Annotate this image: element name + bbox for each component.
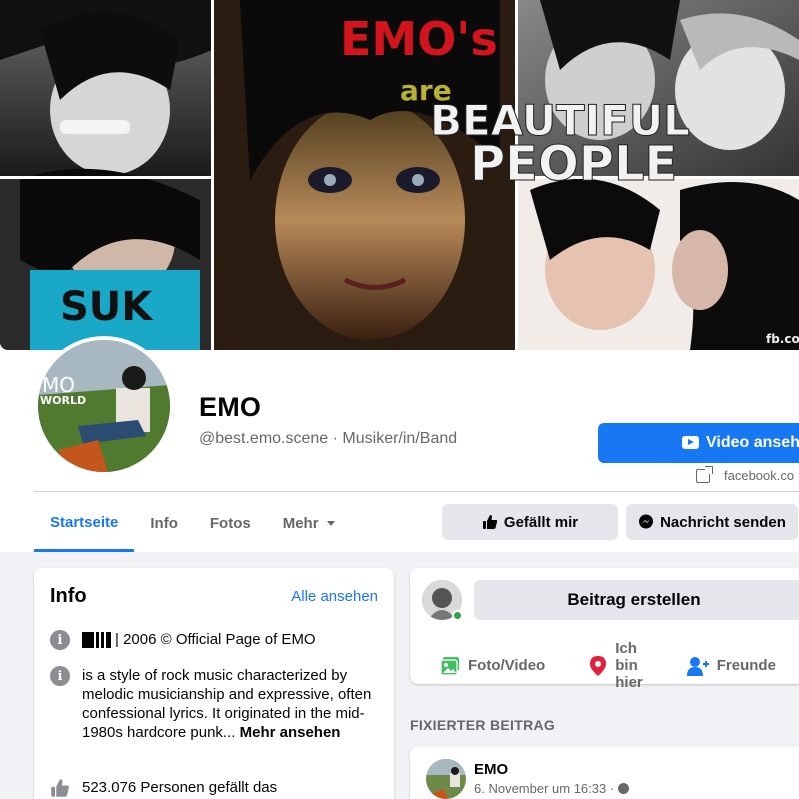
thumbs-up-icon (482, 514, 498, 530)
external-link-text: facebook.co (724, 468, 795, 483)
post-author-name[interactable]: EMO (474, 761, 508, 778)
tab-label: Fotos (209, 514, 251, 532)
cover-watermark: fb.co (766, 332, 799, 346)
checkin-button[interactable]: Ich bin hier (589, 640, 643, 691)
send-message-label: Nachricht senden (660, 513, 786, 531)
like-page-label: Gefällt mir (503, 513, 579, 531)
info-title: Info (50, 585, 87, 607)
cover-text-1: EMO's (340, 12, 498, 66)
info-card: Info Alle ansehen i | 2006 © Official Pa… (34, 568, 394, 799)
post-time-text: 6. November um 16:33 · (474, 781, 615, 796)
svg-text:SUK: SUK (60, 284, 154, 330)
photo-video-button[interactable]: Foto/Video (440, 640, 545, 691)
tab-startseite[interactable]: Startseite (34, 496, 135, 552)
thumbs-up-icon (50, 778, 70, 798)
external-link-icon (696, 465, 713, 483)
tag-friends-button[interactable]: Freunde (686, 640, 776, 691)
photo-video-label: Foto/Video (468, 657, 546, 674)
info-icon: i (50, 666, 70, 686)
tab-label: Mehr (282, 514, 319, 532)
pinned-post: EMO 6. November um 16:33 · (410, 747, 799, 799)
divider (34, 491, 799, 492)
external-link[interactable]: facebook.co (696, 465, 795, 483)
see-all-link[interactable]: Alle ansehen (291, 588, 378, 605)
info-row-founded: i | 2006 © Official Page of EMO (50, 630, 382, 650)
tab-info[interactable]: Info (134, 496, 194, 550)
info-icon: i (50, 630, 70, 650)
watch-video-label: Video ansehen (706, 434, 799, 451)
redacted-bars (82, 632, 111, 649)
create-post-button[interactable]: Beitrag erstellen (474, 580, 799, 620)
avatar-text-2: WORLD (40, 394, 86, 407)
like-page-button[interactable]: Gefällt mir (442, 504, 618, 540)
online-indicator (452, 610, 463, 621)
photo-icon (440, 656, 460, 676)
cover-collage: SUK EMO's are BEAUTIFUL PEOPLE fb.co (0, 0, 799, 350)
checkin-label: Ich bin hier (615, 640, 643, 691)
post-timestamp[interactable]: 6. November um 16:33 · (474, 781, 630, 796)
post-composer: Beitrag erstellen Foto/Video Ich bin hie… (410, 568, 799, 691)
composer-actions: Foto/Video Ich bin hier Freunde (440, 640, 799, 691)
watch-video-button[interactable]: Video ansehen (598, 423, 799, 463)
info-row-description: i is a style of rock music characterized… (50, 666, 382, 742)
globe-icon (618, 783, 630, 794)
info-row-likes: 523.076 Personen gefällt das (50, 778, 382, 798)
location-pin-icon (589, 655, 607, 676)
page-title: EMO (199, 392, 262, 422)
send-message-button[interactable]: Nachricht senden (626, 504, 798, 540)
tag-friends-label: Freunde (716, 657, 776, 674)
profile-picture[interactable]: MO WORLD (34, 336, 174, 476)
page-handle: @best.emo.scene · Musiker/in/Band (199, 430, 458, 447)
add-friend-icon (686, 656, 709, 676)
chevron-down-icon (326, 520, 335, 526)
cover-text-4: PEOPLE (470, 136, 677, 192)
tab-fotos[interactable]: Fotos (194, 496, 267, 550)
page-tabs: Startseite Info Fotos Mehr (34, 496, 351, 552)
video-icon (682, 436, 699, 449)
info-founded-text: | 2006 © Official Page of EMO (115, 631, 316, 648)
tab-label: Info (150, 514, 178, 532)
see-more-link[interactable]: Mehr ansehen (240, 724, 341, 741)
pinned-post-heading: FIXIERTER BEITRAG (410, 717, 556, 733)
post-author-avatar[interactable] (426, 759, 466, 799)
messenger-icon (638, 514, 654, 530)
tab-mehr[interactable]: Mehr (267, 496, 351, 550)
avatar: MO WORLD (38, 340, 170, 472)
tab-label: Startseite (50, 514, 119, 531)
cover-photo[interactable]: SUK EMO's are BEAUTIFUL PEOPLE fb.co (0, 0, 799, 350)
likes-count: 523.076 Personen gefällt das (82, 779, 278, 796)
